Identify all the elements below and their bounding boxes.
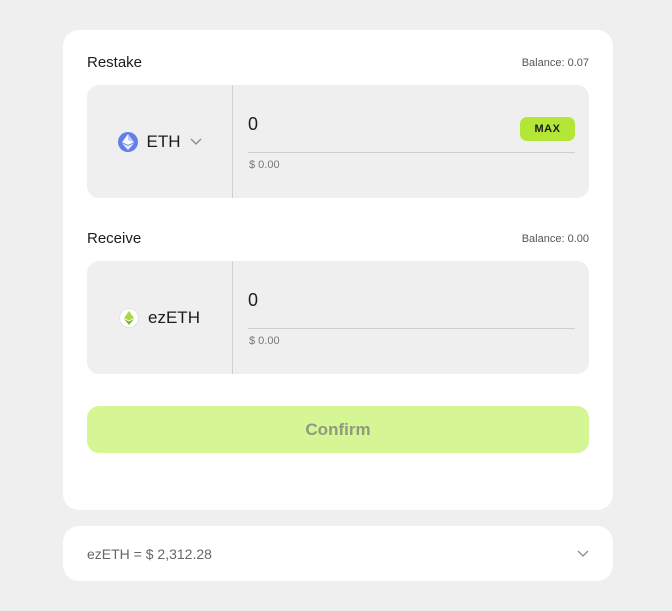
receive-amount-input <box>248 290 508 311</box>
divider <box>248 328 575 329</box>
receive-amount-area: $ 0.00 <box>248 261 575 374</box>
restake-panel: ETH MAX $ 0.00 <box>87 85 589 198</box>
exchange-rate-toggle[interactable]: ezETH = $ 2,312.28 <box>63 526 613 581</box>
exchange-rate-text: ezETH = $ 2,312.28 <box>87 545 212 562</box>
restake-amount-input[interactable] <box>248 114 508 135</box>
receive-balance: Balance: 0.00 <box>521 232 589 245</box>
restake-balance: Balance: 0.07 <box>521 56 589 69</box>
receive-panel: ezETH $ 0.00 <box>87 261 589 374</box>
confirm-button[interactable]: Confirm <box>87 406 589 453</box>
restake-card: Restake Balance: 0.07 ETH MAX $ 0.00 <box>63 30 613 510</box>
divider <box>248 152 575 153</box>
restake-title: Restake <box>87 54 143 71</box>
restake-header: Restake Balance: 0.07 <box>87 54 589 71</box>
restake-amount-area: MAX $ 0.00 <box>248 85 575 198</box>
ezeth-icon <box>119 307 140 328</box>
token-name: ETH <box>146 131 181 151</box>
token-selector[interactable]: ETH <box>87 85 233 198</box>
restake-usd-value: $ 0.00 <box>249 159 280 171</box>
receive-usd-value: $ 0.00 <box>249 335 280 347</box>
receive-header: Receive Balance: 0.00 <box>87 230 589 247</box>
receive-title: Receive <box>87 230 142 247</box>
eth-icon <box>117 131 138 152</box>
chevron-down-icon <box>190 138 202 146</box>
chevron-down-icon <box>577 550 589 558</box>
receive-token: ezETH <box>87 261 233 374</box>
token-name: ezETH <box>148 307 200 327</box>
max-button[interactable]: MAX <box>520 117 575 141</box>
